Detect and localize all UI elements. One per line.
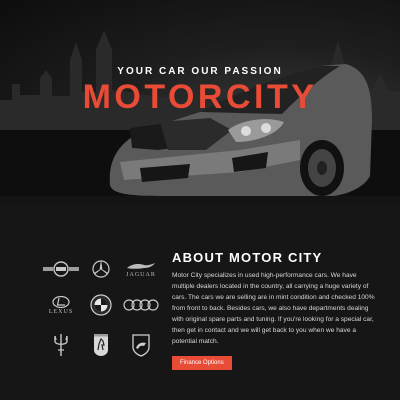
jaguar-wordmark: JAGUAR — [126, 271, 156, 278]
about-content: ABOUT MOTOR CITY Motor City specializes … — [172, 250, 378, 370]
about-title: ABOUT MOTOR CITY — [172, 250, 323, 265]
lexus-logo-icon: LEXUS — [42, 290, 80, 320]
about-section: JAGUAR LEXUS ABOUT MOTOR CITY Motor City… — [0, 206, 400, 400]
jaguar-logo-icon: JAGUAR — [122, 254, 160, 284]
lexus-wordmark: LEXUS — [48, 308, 74, 315]
about-text: Motor City specializes in used high-perf… — [172, 272, 375, 345]
audi-logo-icon — [122, 290, 160, 320]
finance-options-button[interactable]: Finance Options — [172, 356, 232, 370]
mercedes-logo-icon — [82, 254, 120, 284]
lamborghini-logo-icon — [122, 330, 160, 360]
bmw-logo-icon — [82, 290, 120, 320]
hero-banner: YOUR CAR OUR PASSION MOTORCITY — [0, 0, 400, 206]
maserati-logo-icon — [42, 330, 80, 360]
brand-logos-grid: JAGUAR LEXUS — [40, 252, 162, 364]
hero-tagline: YOUR CAR OUR PASSION — [117, 66, 283, 77]
brand-title: MOTORCITY — [82, 78, 318, 116]
ferrari-logo-icon — [82, 330, 120, 360]
mini-logo-icon — [42, 254, 80, 284]
